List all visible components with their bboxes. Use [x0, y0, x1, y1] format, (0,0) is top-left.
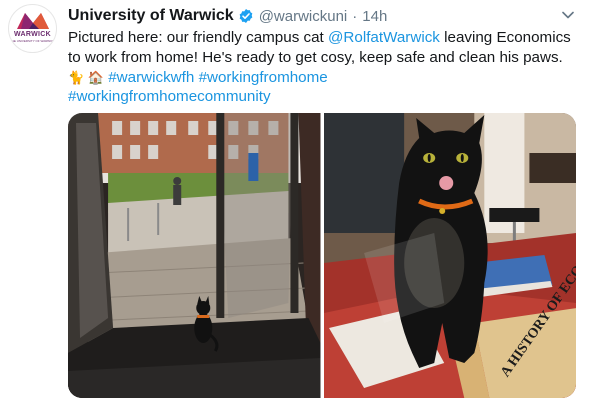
tweet-timestamp[interactable]: 14h	[362, 8, 387, 25]
photo-cat-doorway	[68, 113, 321, 398]
hashtag-link-workingfromhome[interactable]: #workingfromhome	[199, 69, 328, 86]
photo-cat-desk: A HISTORY OF ECONOMIC	[323, 113, 576, 398]
hashtag-link-warwickwfh[interactable]: #warwickwfh	[108, 69, 194, 86]
photo-right[interactable]: A HISTORY OF ECONOMIC	[323, 113, 576, 398]
separator-dot: ·	[352, 7, 358, 25]
emoji-cat-house: 🐈 🏠	[68, 69, 104, 85]
verified-badge-icon	[238, 8, 254, 24]
tweet-text: Pictured here: our friendly campus cat @…	[68, 28, 578, 107]
warwick-logo-icon	[16, 13, 49, 29]
mention-link[interactable]: @RolfatWarwick	[328, 29, 440, 46]
avatar[interactable]: WARWICK THE UNIVERSITY OF WARWICK	[8, 4, 57, 53]
avatar-logo-text: WARWICK	[14, 31, 51, 38]
hashtag-link-workingfromhomecommunity[interactable]: #workingfromhomecommunity	[68, 88, 271, 105]
tweet-text-part1: Pictured here: our friendly campus cat	[68, 29, 328, 46]
tweet-card[interactable]: WARWICK THE UNIVERSITY OF WARWICK Univer…	[0, 0, 591, 412]
avatar-logo-subtext: THE UNIVERSITY OF WARWICK	[9, 39, 56, 43]
chevron-down-icon[interactable]	[560, 8, 576, 22]
account-handle[interactable]: @warwickuni	[259, 8, 348, 25]
photo-left[interactable]	[68, 113, 321, 398]
tweet-header: University of Warwick @warwickuni · 14h	[68, 5, 387, 27]
media-grid: A HISTORY OF ECONOMIC	[68, 113, 576, 398]
account-name[interactable]: University of Warwick	[68, 7, 234, 25]
